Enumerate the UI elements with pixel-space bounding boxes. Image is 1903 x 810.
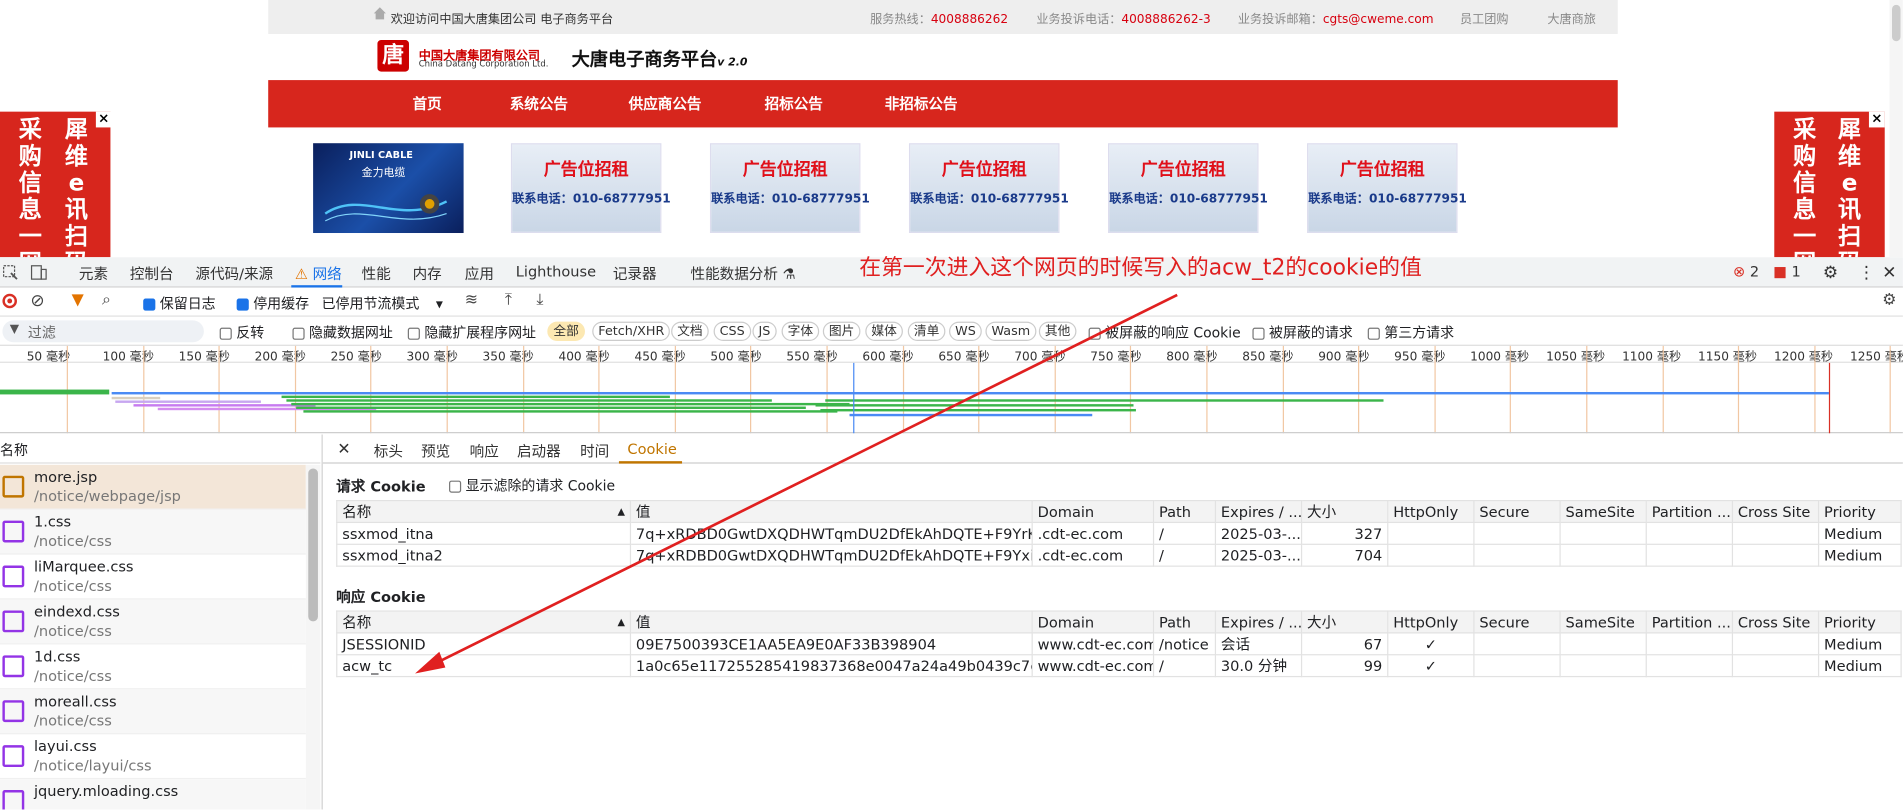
annotation-arrow: [415, 293, 1178, 674]
screenshot-stage: 欢迎访问中国大唐集团公司 电子商务平台 服务热线：4008886262 业务投诉…: [0, 0, 1903, 810]
